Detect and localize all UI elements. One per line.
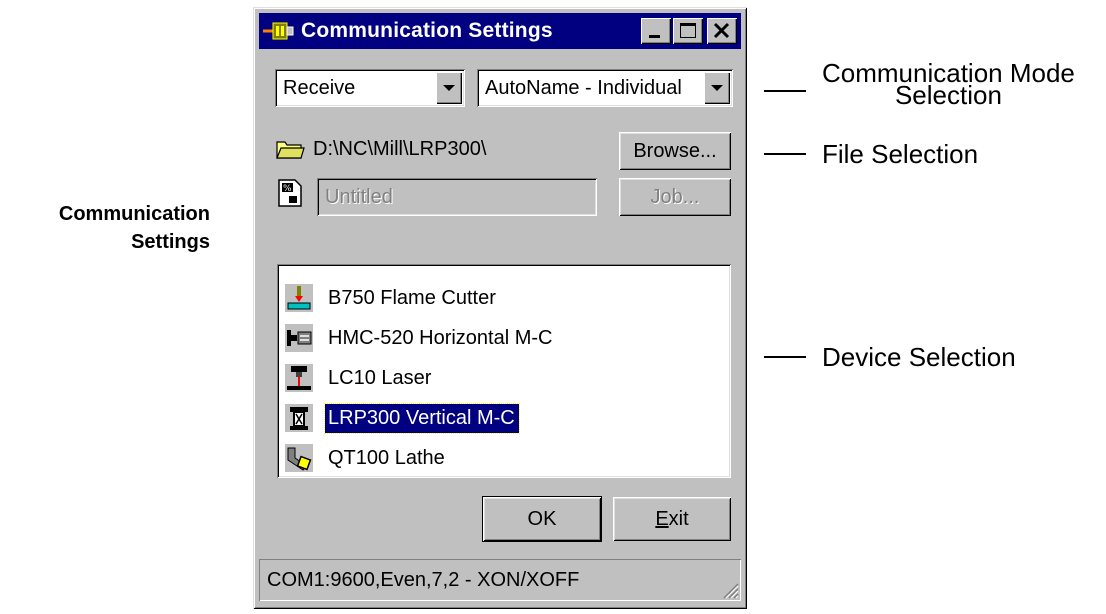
exit-mnemonic: E xyxy=(655,507,669,530)
callout-line xyxy=(764,356,806,358)
device-item-lrp300[interactable]: LRP300 Vertical M-C xyxy=(285,400,520,436)
maximize-button[interactable] xyxy=(673,18,703,44)
device-label: QT100 Lathe xyxy=(328,446,445,469)
device-item-qt100[interactable]: QT100 Lathe xyxy=(285,440,449,476)
lathe-icon xyxy=(285,444,313,472)
chevron-down-icon[interactable] xyxy=(436,72,462,104)
callout-communication-mode: Communication Mode Selection xyxy=(764,60,1075,108)
exit-button[interactable]: Exit xyxy=(613,497,731,541)
svg-text:%: % xyxy=(283,184,292,194)
callout-line xyxy=(764,90,806,92)
callout-communication-mode-text: Communication Mode Selection xyxy=(822,60,1075,108)
communication-mode-value: Receive xyxy=(283,77,356,99)
device-label: B750 Flame Cutter xyxy=(328,286,496,309)
serial-port-icon xyxy=(263,22,294,40)
file-naming-value: AutoName - Individual xyxy=(485,77,682,99)
device-list[interactable]: B750 Flame Cutter HMC-520 Horizontal M-C… xyxy=(277,264,731,478)
device-item-b750[interactable]: B750 Flame Cutter xyxy=(285,280,500,316)
title-bar[interactable]: Communication Settings xyxy=(259,13,741,49)
side-caption: Communication Settings xyxy=(30,200,210,256)
job-name-field: Untitled xyxy=(317,178,597,216)
callout-file-text: File Selection xyxy=(822,139,979,169)
minimize-button[interactable] xyxy=(641,18,671,44)
flame-cutter-icon xyxy=(285,284,313,312)
status-pane: COM1:9600,Even,7,2 - XON/XOFF xyxy=(259,559,741,601)
job-button: Job... xyxy=(619,178,731,216)
device-label: HMC-520 Horizontal M-C xyxy=(328,326,553,349)
device-label: LC10 Laser xyxy=(328,366,432,389)
file-naming-select[interactable]: AutoName - Individual xyxy=(477,69,733,107)
minimize-icon xyxy=(649,35,660,38)
folder-icon xyxy=(276,141,305,159)
device-item-hmc520[interactable]: HMC-520 Horizontal M-C xyxy=(285,320,557,356)
job-name-value: Untitled xyxy=(325,186,393,208)
vertical-mill-icon xyxy=(285,404,313,432)
close-icon xyxy=(713,22,730,39)
ok-button[interactable]: OK xyxy=(482,496,602,542)
exit-label-rest: xit xyxy=(668,507,689,530)
callout-file-selection: File Selection xyxy=(764,139,979,169)
callout-device-text: Device Selection xyxy=(822,342,1016,372)
resize-grip-icon[interactable] xyxy=(721,581,739,599)
browse-button[interactable]: Browse... xyxy=(619,132,731,170)
communication-settings-window: Communication Settings Receive AutoName … xyxy=(253,7,747,609)
job-file-icon: % xyxy=(278,179,302,207)
side-caption-line1: Communication xyxy=(58,203,210,225)
horizontal-mill-icon xyxy=(285,324,313,352)
status-text: COM1:9600,Even,7,2 - XON/XOFF xyxy=(267,569,580,591)
device-label: LRP300 Vertical M-C xyxy=(324,402,520,434)
window-title: Communication Settings xyxy=(301,19,553,42)
communication-mode-select[interactable]: Receive xyxy=(275,69,465,107)
folder-path: D:\NC\Mill\LRP300\ xyxy=(313,137,487,160)
chevron-down-icon[interactable] xyxy=(704,72,730,104)
callout-line xyxy=(764,153,806,155)
laser-icon xyxy=(285,364,313,392)
callout-device-selection: Device Selection xyxy=(764,342,1016,372)
folder-path-row: D:\NC\Mill\LRP300\ xyxy=(275,137,486,161)
close-button[interactable] xyxy=(707,18,737,44)
device-item-lc10[interactable]: LC10 Laser xyxy=(285,360,435,396)
maximize-icon xyxy=(680,23,696,38)
side-caption-line2: Settings xyxy=(131,231,210,253)
status-bar: COM1:9600,Even,7,2 - XON/XOFF xyxy=(257,557,743,603)
